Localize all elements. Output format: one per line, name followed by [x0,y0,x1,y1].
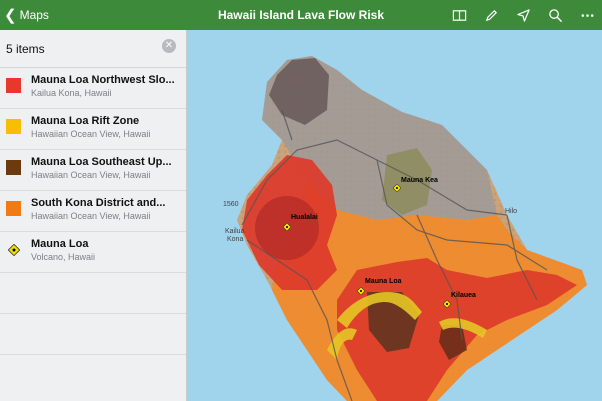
more-icon[interactable] [578,6,596,24]
volcano-marker-icon [6,242,21,257]
back-button-label: Maps [19,8,49,22]
map-label-kailua: Kailua [225,228,245,235]
color-swatch [6,78,21,93]
pencil-icon[interactable] [482,6,500,24]
item-name: Mauna Loa Southeast Up... [31,156,172,168]
item-name: Mauna Loa Northwest Slo... [31,74,175,86]
volcano-marker-icon[interactable] [357,287,365,295]
color-swatch [6,160,21,175]
results-header: 5 items ✕ [0,30,186,68]
volcano-marker-icon[interactable] [393,184,401,192]
close-icon: ✕ [164,40,174,51]
list-item[interactable]: Mauna Loa Southeast Up... Hawaiian Ocean… [0,150,186,191]
map-label-road-number: 1560 [223,201,239,208]
item-name: Mauna Loa Rift Zone [31,115,140,127]
volcano-marker-icon[interactable] [283,223,291,231]
item-subtitle: Hawaiian Ocean View, Hawaii [31,211,151,221]
empty-row [0,314,186,355]
map-label-mauna-kea: Mauna Kea [401,177,438,184]
book-icon[interactable] [450,6,468,24]
color-swatch [6,201,21,216]
back-button[interactable]: ❮ Maps [4,0,49,30]
item-subtitle: Kailua Kona, Hawaii [31,88,112,98]
volcano-marker-icon[interactable] [443,300,451,308]
map-label-mauna-loa: Mauna Loa [365,278,402,285]
map-label-kona: Kona [227,236,244,243]
results-count: 5 items [6,41,45,56]
map-canvas [187,30,602,401]
item-subtitle: Hawaiian Ocean View, Hawaii [31,170,151,180]
list-item[interactable]: South Kona District and... Hawaiian Ocea… [0,191,186,232]
list-item[interactable]: Mauna Loa Rift Zone Hawaiian Ocean View,… [0,109,186,150]
map-view[interactable]: Mauna Kea Hualalai Mauna Loa Kilauea 156… [187,30,602,401]
item-name: Mauna Loa [31,238,89,250]
chevron-left-icon: ❮ [4,6,17,24]
list-item[interactable]: Mauna Loa Volcano, Hawaii [0,232,186,273]
clear-results-button[interactable]: ✕ [162,39,176,53]
location-arrow-icon[interactable] [514,6,532,24]
list-item[interactable]: Mauna Loa Northwest Slo... Kailua Kona, … [0,68,186,109]
empty-row [0,273,186,314]
map-label-kilauea: Kilauea [451,292,476,299]
map-label-hilo: Hilo [505,208,518,215]
item-subtitle: Volcano, Hawaii [31,252,96,262]
search-icon[interactable] [546,6,564,24]
item-name: South Kona District and... [31,197,166,209]
navigation-bar: ❮ Maps Hawaii Island Lava Flow Risk [0,0,602,30]
item-subtitle: Hawaiian Ocean View, Hawaii [31,129,151,139]
color-swatch [6,119,21,134]
results-sidebar: 5 items ✕ Mauna Loa Northwest Slo... Kai… [0,30,187,401]
map-label-hualalai: Hualalai [291,214,318,221]
